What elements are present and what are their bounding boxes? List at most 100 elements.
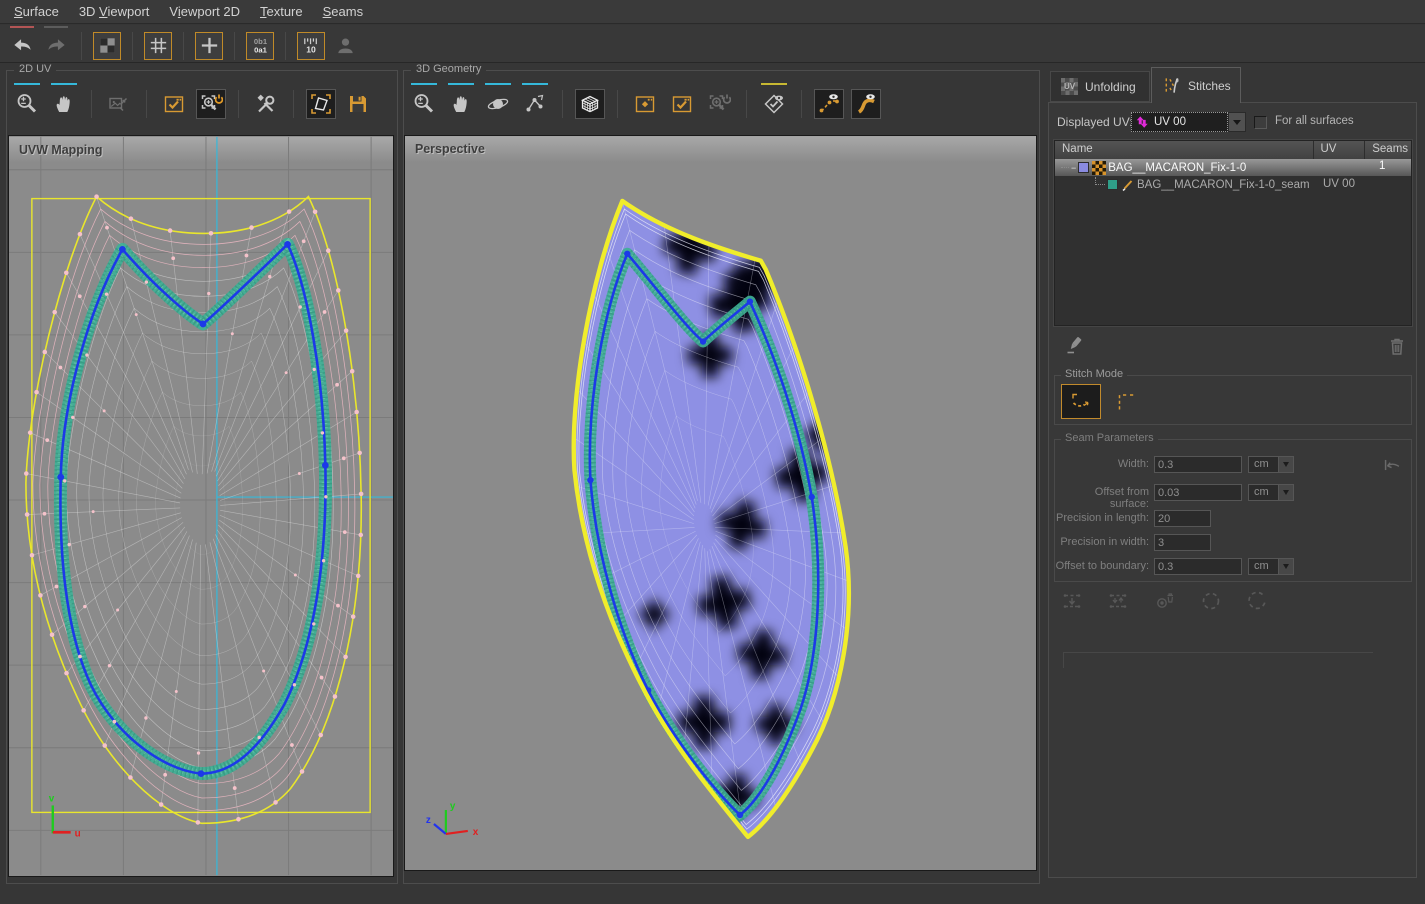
seam-name: BAG__MACARON_Fix-1-0_seam [1137,179,1310,191]
window-check-button[interactable] [159,89,189,119]
menu-viewport-2d[interactable]: Viewport 2D [159,4,250,19]
table-row[interactable]: BAG__MACARON_Fix-1-0_seam UV 00 [1055,176,1411,193]
3d-canvas[interactable]: yzxPerspectivePerspective [404,135,1037,871]
stitch-mode-free-button[interactable] [1061,384,1101,419]
zoom-plus-minus-button[interactable] [409,89,439,119]
tools-button[interactable] [251,89,281,119]
panel-right: UV Unfolding Stitches Displayed UV: [1046,63,1419,886]
zoom-region-power-button[interactable] [704,89,734,119]
column-header-name[interactable]: Name [1055,141,1314,159]
displayed-uv-select[interactable]: UV 00 [1131,112,1228,132]
menu-3d-viewport[interactable]: 3D Viewport [69,4,160,19]
toolbar-separator [746,90,747,118]
circle-dashed-button[interactable] [1195,585,1226,616]
radio-trash-button[interactable] [1149,585,1180,616]
snap-both-button[interactable] [1103,585,1134,616]
tab-unfolding[interactable]: UV Unfolding [1050,71,1150,102]
stitch-mode-edge-button[interactable] [1108,386,1144,417]
svg-text:0a1: 0a1 [254,46,268,55]
grid-lines-button[interactable] [144,32,172,60]
column-header-seams[interactable]: Seams [1365,141,1411,159]
snap-down-button[interactable] [1057,585,1088,616]
wireframe-cube-button[interactable] [575,89,605,119]
offset-surface-input[interactable] [1154,484,1242,501]
offset-surface-unit-select[interactable]: cm [1248,484,1294,501]
toolbar-separator [285,32,286,60]
person-button[interactable] [331,32,359,60]
object-labels-button[interactable]: 0b10a1 [246,32,274,60]
seam-parameters-title: Seam Parameters [1061,432,1158,444]
seam-tools-row [1057,585,1272,616]
toolbar-separator [91,90,92,118]
surface-name: BAG__MACARON_Fix-1-0 [1108,162,1246,174]
chevron-down-icon[interactable] [1278,559,1293,574]
column-header-uv[interactable]: UV [1314,141,1366,159]
toolbar-separator [81,32,82,60]
offset-boundary-input[interactable] [1154,558,1242,575]
displayed-uv-label: Displayed UV: [1057,115,1133,129]
panel-3d-title: 3D Geometry [411,63,486,75]
texture-checker-icon [1092,161,1106,175]
chevron-down-icon[interactable] [1278,485,1293,500]
chevron-down-icon[interactable] [1278,457,1293,472]
menu-seams[interactable]: Seams [313,4,373,19]
save-floppy-button[interactable] [343,89,373,119]
checkerboard-button[interactable] [93,32,121,60]
displayed-uv-row: Displayed UV: UV 00 For all surfaces [1049,112,1416,134]
pan-hand-button[interactable] [49,89,79,119]
tab-stitches[interactable]: Stitches [1151,67,1241,103]
undo-arrow-button[interactable] [8,32,36,60]
application-window: Surface3D ViewportViewport 2DTextureSeam… [0,0,1425,904]
delete-seam-trash-button[interactable] [1383,332,1411,360]
for-all-surfaces-checkbox[interactable] [1254,116,1267,129]
pan-hand-button[interactable] [446,89,476,119]
redo-arrow-button[interactable] [42,32,70,60]
quad-select-button[interactable] [306,89,336,119]
toolbar-2d-uv [12,85,373,123]
empty-group-box [1063,652,1373,668]
displayed-uv-value: UV 00 [1154,116,1186,128]
validate-eye-button[interactable] [759,89,789,119]
toolbar-separator [562,90,563,118]
width-input[interactable] [1154,456,1242,473]
precision-width-input[interactable] [1154,534,1211,551]
tree-branch [1061,167,1069,168]
stitch-mode-title: Stitch Mode [1061,368,1127,380]
chevron-down-icon [1233,120,1241,125]
uv-canvas[interactable]: vuUVW MappingUVW Mapping [8,135,394,877]
offset-boundary-unit-select[interactable]: cm [1248,558,1294,575]
toolbar-separator [293,90,294,118]
reset-width-icon[interactable] [1381,454,1403,476]
stitches-panel-content: Displayed UV: UV 00 For all surfaces Nam… [1048,102,1417,878]
arc-dashed-button[interactable] [1241,585,1272,616]
zoom-plus-minus-button[interactable] [12,89,42,119]
toolbar-separator [238,90,239,118]
menu-texture[interactable]: Texture [250,4,313,19]
width-unit-select[interactable]: cm [1248,456,1294,473]
texture-unlink-button[interactable] [104,89,134,119]
edit-seam-pen-button[interactable] [1061,331,1089,359]
svg-text:x: x [473,827,479,838]
toolbar-3d-geometry [409,85,881,123]
surfaces-table: Name UV Seams − BAG__MACARON_Fix-1-0 1 [1054,140,1412,326]
menu-surface[interactable]: Surface [4,4,69,19]
precision-length-input[interactable] [1154,510,1211,527]
tree-expander[interactable]: − [1071,163,1076,173]
seam-parameters-group: Seam Parameters Width: cm Offset from su… [1054,439,1412,582]
table-row[interactable]: − BAG__MACARON_Fix-1-0 1 [1055,159,1411,176]
displayed-uv-dropdown-button[interactable] [1228,112,1246,132]
transform-points-button[interactable] [520,89,550,119]
svg-text:10: 10 [306,45,316,55]
precision-width-label: Precision in width: [1055,536,1149,548]
orbit-button[interactable] [483,89,513,119]
toolbar-separator [801,90,802,118]
ruler-10-button[interactable]: 10 [297,32,325,60]
panel-2d-uv-title: 2D UV [14,63,56,75]
seam-band-eye-button[interactable] [851,89,881,119]
seam-curve-eye-button[interactable] [814,89,844,119]
toolbar-separator [146,90,147,118]
window-check-button[interactable] [667,89,697,119]
window-target-button[interactable] [630,89,660,119]
zoom-region-power-button[interactable] [196,89,226,119]
crosshair-button[interactable] [195,32,223,60]
